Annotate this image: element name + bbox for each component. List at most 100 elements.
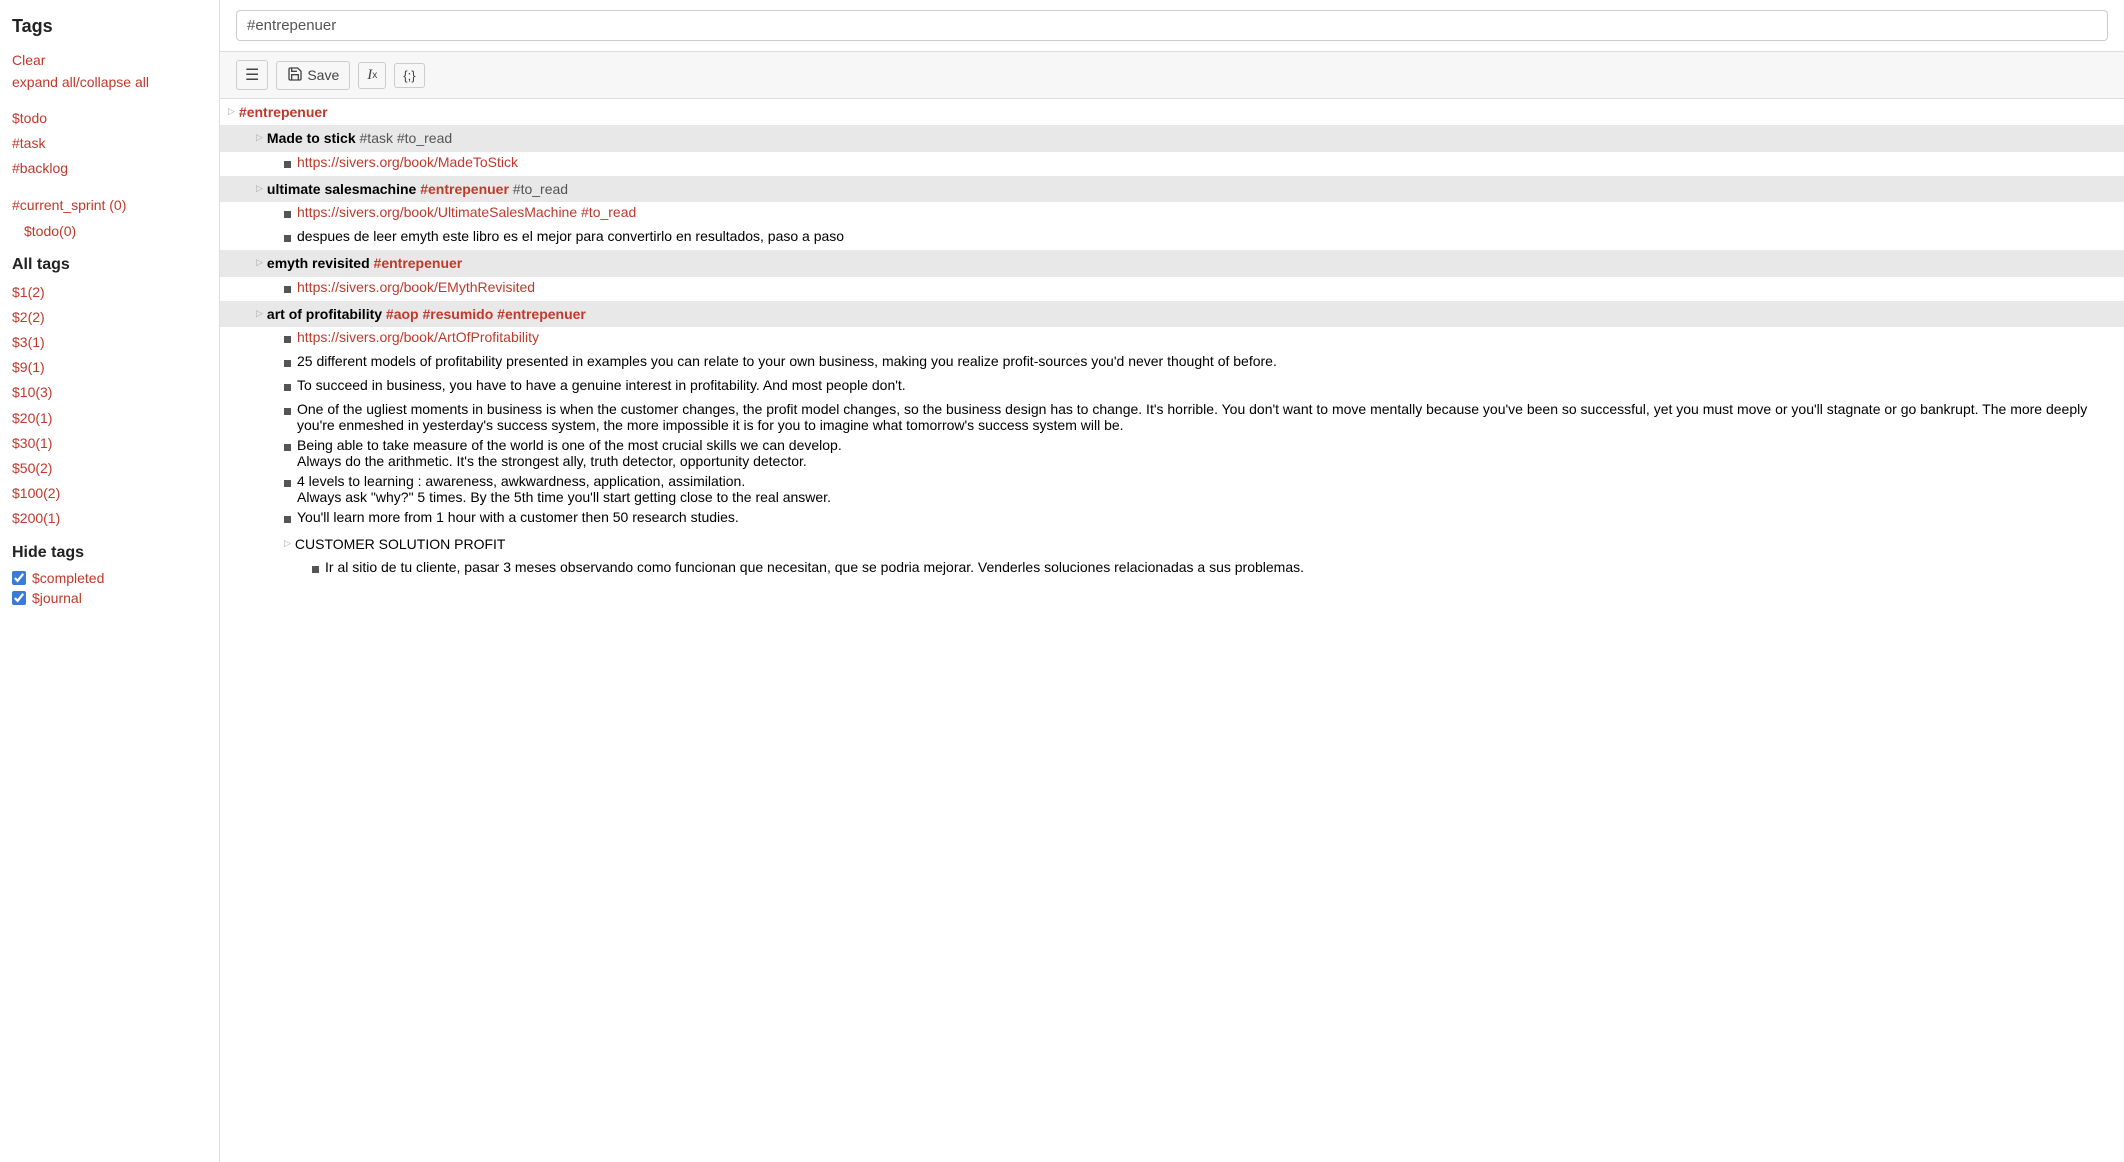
- outline-item-12: Being able to take measure of the world …: [220, 435, 2124, 471]
- tag-30[interactable]: $30(1): [12, 431, 207, 456]
- checkbox-completed-row: $completed: [12, 570, 207, 586]
- code-icon: {;}: [403, 68, 415, 83]
- outline-item-6: https://sivers.org/book/EMythRevisited: [220, 277, 2124, 301]
- bullet-icon-1: [284, 161, 291, 168]
- tag-200[interactable]: $200(1): [12, 506, 207, 531]
- bullet-icon-8: [284, 336, 291, 343]
- checkbox-completed[interactable]: [12, 571, 26, 585]
- clear-link[interactable]: Clear: [12, 49, 207, 71]
- item-7-bold: art of profitability: [267, 306, 386, 322]
- item-2-tag: #entrepenuer: [420, 181, 509, 197]
- item-0-text-tags: #task #to_read: [360, 130, 453, 146]
- outline-item-11: One of the ugliest moments in business i…: [220, 399, 2124, 435]
- expand-all-link[interactable]: expand all: [12, 74, 76, 90]
- outline-item-10: To succeed in business, you have to have…: [220, 375, 2124, 399]
- sidebar-tag-todo[interactable]: $todo: [12, 106, 207, 131]
- outline-item-0: ▷ Made to stick #task #to_read: [220, 125, 2124, 151]
- outline-item-13: 4 levels to learning : awareness, awkwar…: [220, 471, 2124, 507]
- root-tag-label: #entrepenuer: [239, 104, 328, 120]
- code-button[interactable]: {;}: [394, 63, 424, 88]
- outline-item-5: ▷ emyth revisited #entrepenuer: [220, 250, 2124, 276]
- bullet-icon-16: [312, 566, 319, 573]
- item-9-text: 25 different models of profitability pre…: [297, 353, 1277, 369]
- expand-icon-7[interactable]: ▷: [256, 308, 263, 319]
- expand-icon-15[interactable]: ▷: [284, 538, 291, 549]
- bullet-icon-4: [284, 235, 291, 242]
- main-area: ☰ Save Ix {;} ▷ #entrepen: [220, 0, 2124, 1162]
- bullet-icon-9: [284, 360, 291, 367]
- item-8-link: https://sivers.org/book/ArtOfProfitabili…: [297, 329, 539, 345]
- format-sub-icon: x: [372, 70, 377, 81]
- bullet-icon-6: [284, 286, 291, 293]
- item-3-link: https://sivers.org/book/UltimateSalesMac…: [297, 204, 636, 220]
- expand-icon-root[interactable]: ▷: [228, 106, 235, 117]
- outline-root: ▷ #entrepenuer ▷ Made to stick #task #to…: [220, 99, 2124, 581]
- save-button[interactable]: Save: [276, 61, 350, 90]
- bullet-icon-11: [284, 408, 291, 415]
- tag-50[interactable]: $50(2): [12, 456, 207, 481]
- item-12-text: Being able to take measure of the world …: [297, 437, 842, 469]
- item-0-text-bold: Made to stick: [267, 130, 360, 146]
- bullet-icon-14: [284, 516, 291, 523]
- expand-icon-2[interactable]: ▷: [256, 183, 263, 194]
- item-10-text: To succeed in business, you have to have…: [297, 377, 906, 393]
- checkbox-journal[interactable]: [12, 591, 26, 605]
- list-icon-button[interactable]: ☰: [236, 60, 268, 90]
- item-5-tag: #entrepenuer: [374, 255, 463, 271]
- outline-item-7: ▷ art of profitability #aop #resumido #e…: [220, 301, 2124, 327]
- all-tags-label: All tags: [12, 256, 207, 274]
- collapse-all-link[interactable]: collapse all: [80, 74, 149, 90]
- search-bar: [220, 0, 2124, 52]
- outline-item-8: https://sivers.org/book/ArtOfProfitabili…: [220, 327, 2124, 351]
- outline-item-14: You'll learn more from 1 hour with a cus…: [220, 507, 2124, 531]
- item-16-text: Ir al sitio de tu cliente, pasar 3 meses…: [325, 559, 1304, 575]
- outline-item-15: ▷ CUSTOMER SOLUTION PROFIT: [220, 531, 2124, 557]
- item-4-text: despues de leer emyth este libro es el m…: [297, 228, 844, 244]
- checkbox-list: $completed $journal: [12, 570, 207, 606]
- item-15-text: CUSTOMER SOLUTION PROFIT: [295, 536, 506, 552]
- save-icon: [287, 66, 303, 85]
- save-label: Save: [307, 67, 339, 83]
- sidebar-tag-sprint[interactable]: #current_sprint (0): [12, 193, 207, 218]
- outline-item-2: ▷ ultimate salesmachine #entrepenuer #to…: [220, 176, 2124, 202]
- expand-icon-0[interactable]: ▷: [256, 132, 263, 143]
- search-input[interactable]: [236, 10, 2108, 41]
- bullet-icon-13: [284, 480, 291, 487]
- checkbox-journal-label[interactable]: $journal: [32, 590, 82, 606]
- expand-icon-5[interactable]: ▷: [256, 257, 263, 268]
- outline-item-16: Ir al sitio de tu cliente, pasar 3 meses…: [220, 557, 2124, 581]
- tag-1[interactable]: $1(2): [12, 280, 207, 305]
- active-tag-list: $todo #task #backlog: [12, 106, 207, 182]
- item-1-link: https://sivers.org/book/MadeToStick: [297, 154, 518, 170]
- bullet-icon-3: [284, 211, 291, 218]
- format-button[interactable]: Ix: [358, 62, 386, 89]
- expand-collapse-links: expand all/collapse all: [12, 74, 149, 90]
- outline-item-9: 25 different models of profitability pre…: [220, 351, 2124, 375]
- checkbox-completed-label[interactable]: $completed: [32, 570, 104, 586]
- sidebar-title: Tags: [12, 16, 207, 37]
- item-2-extra: #to_read: [509, 181, 568, 197]
- all-tags-list: $1(2) $2(2) $3(1) $9(1) $10(3) $20(1) $3…: [12, 280, 207, 532]
- sidebar-tag-sprint-todo[interactable]: $todo(0): [12, 219, 207, 244]
- outline-item-1: https://sivers.org/book/MadeToStick: [220, 152, 2124, 176]
- sprint-tags: #current_sprint (0) $todo(0): [12, 193, 207, 243]
- tag-9[interactable]: $9(1): [12, 355, 207, 380]
- item-14-text: You'll learn more from 1 hour with a cus…: [297, 509, 739, 525]
- sidebar-tag-task[interactable]: #task: [12, 131, 207, 156]
- sidebar-tag-backlog[interactable]: #backlog: [12, 156, 207, 181]
- tag-10[interactable]: $10(3): [12, 380, 207, 405]
- bullet-icon-12: [284, 444, 291, 451]
- tag-20[interactable]: $20(1): [12, 406, 207, 431]
- tag-2[interactable]: $2(2): [12, 305, 207, 330]
- hide-tags-button[interactable]: Hide tags: [12, 544, 207, 562]
- tag-3[interactable]: $3(1): [12, 330, 207, 355]
- tag-100[interactable]: $100(2): [12, 481, 207, 506]
- checkbox-journal-row: $journal: [12, 590, 207, 606]
- sidebar-actions: Clear expand all/collapse all: [12, 49, 207, 94]
- outline-item-3: https://sivers.org/book/UltimateSalesMac…: [220, 202, 2124, 226]
- item-11-text: One of the ugliest moments in business i…: [297, 401, 2124, 433]
- outline-item-4: despues de leer emyth este libro es el m…: [220, 226, 2124, 250]
- item-13-text: 4 levels to learning : awareness, awkwar…: [297, 473, 831, 505]
- content-area: ▷ #entrepenuer ▷ Made to stick #task #to…: [220, 99, 2124, 1162]
- item-6-link: https://sivers.org/book/EMythRevisited: [297, 279, 535, 295]
